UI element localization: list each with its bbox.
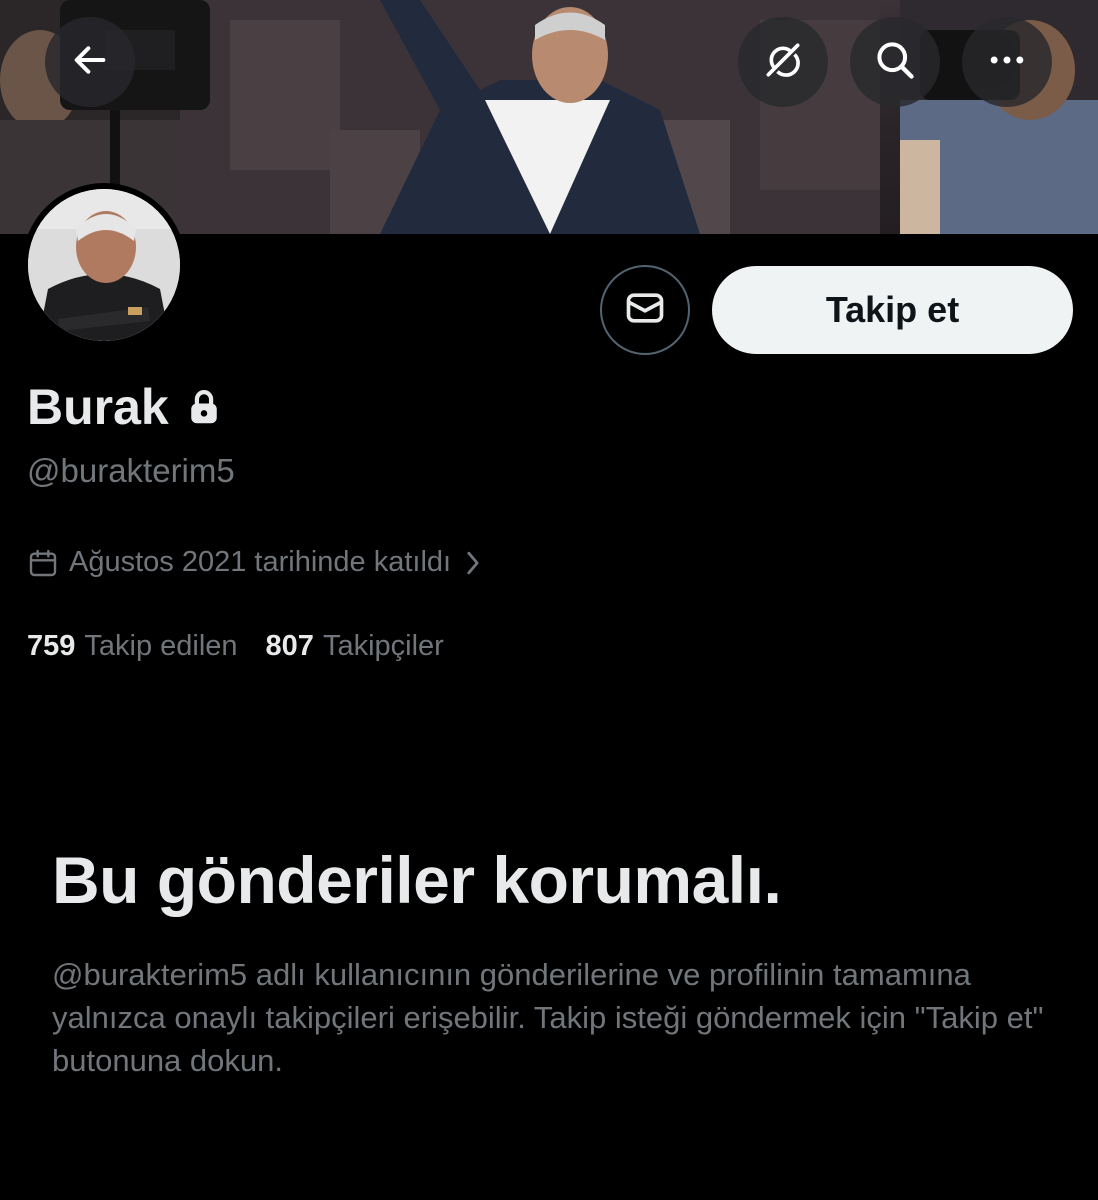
calendar-icon bbox=[27, 547, 59, 579]
arrow-left-icon bbox=[70, 40, 110, 85]
follow-button[interactable]: Takip et bbox=[712, 266, 1073, 354]
follow-stats: 759 Takip edilen 807 Takipçiler bbox=[27, 630, 472, 663]
joined-text: Ağustos 2021 tarihinde katıldı bbox=[69, 546, 452, 578]
following-stat[interactable]: 759 Takip edilen bbox=[27, 630, 238, 663]
grok-button[interactable] bbox=[738, 17, 828, 107]
avatar-photo bbox=[28, 189, 180, 341]
chevron-right-icon bbox=[463, 549, 483, 577]
more-dots-icon bbox=[985, 38, 1029, 87]
more-options-button[interactable] bbox=[962, 17, 1052, 107]
followers-stat[interactable]: 807 Takipçiler bbox=[266, 630, 444, 663]
back-button[interactable] bbox=[45, 17, 135, 107]
profile-banner[interactable] bbox=[0, 0, 1098, 234]
followers-label: Takipçiler bbox=[322, 630, 444, 662]
grok-icon bbox=[761, 38, 805, 87]
banner-photo bbox=[0, 0, 1098, 234]
lock-icon bbox=[187, 388, 221, 426]
handle: @burakterim5 bbox=[27, 452, 235, 489]
display-name: Burak bbox=[27, 379, 169, 435]
following-count: 759 bbox=[27, 630, 76, 662]
protected-description: @burakterim5 adlı kullanıcının gönderile… bbox=[52, 957, 1044, 1078]
avatar[interactable] bbox=[22, 183, 186, 347]
search-button[interactable] bbox=[850, 17, 940, 107]
protected-title: Bu gönderiler korumalı. bbox=[52, 843, 782, 917]
name-row: Burak bbox=[27, 378, 221, 436]
envelope-icon bbox=[623, 286, 667, 335]
following-label: Takip edilen bbox=[84, 630, 238, 662]
joined-date[interactable]: Ağustos 2021 tarihinde katıldı bbox=[27, 546, 483, 579]
followers-count: 807 bbox=[265, 630, 314, 662]
message-button[interactable] bbox=[600, 265, 690, 355]
search-icon bbox=[873, 38, 917, 87]
